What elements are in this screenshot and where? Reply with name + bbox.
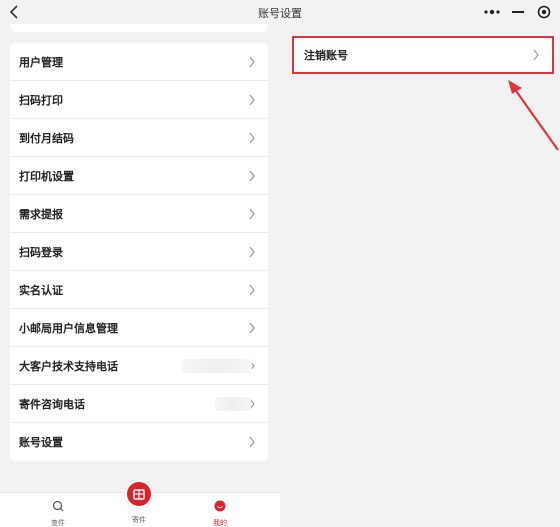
menu-item-label: 打印机设置 — [19, 169, 74, 183]
menu-item-label: 扫码登录 — [19, 245, 63, 259]
tab-track[interactable]: 查件 — [33, 497, 83, 527]
chevron-right-icon — [249, 246, 255, 257]
chevron-right-icon — [249, 208, 255, 219]
menu-item-scan-print[interactable]: 扫码打印 — [10, 81, 268, 119]
send-package-button[interactable] — [125, 480, 153, 508]
cancel-account-label: 注销账号 — [304, 49, 348, 62]
menu-item-label: 寄件咨询电话 — [19, 397, 85, 411]
tab-label: 寄件 — [132, 516, 146, 524]
menu-item-cod-monthly-code[interactable]: 到付月结码 — [10, 119, 268, 157]
menu-item-label: 实名认证 — [19, 283, 63, 297]
menu-item-label: 账号设置 — [19, 436, 63, 449]
tab-label: 查件 — [51, 519, 65, 527]
chevron-right-icon — [249, 322, 255, 333]
mini-program-capsule — [484, 3, 552, 21]
menu-item-vip-support-phone[interactable]: 大客户技术支持电话 — [10, 347, 268, 385]
chevron-right-icon — [249, 56, 255, 67]
menu-item-label: 小邮局用户信息管理 — [19, 321, 118, 335]
right-panel: 注销账号 — [280, 24, 560, 527]
redacted-phone — [182, 359, 252, 373]
menu-item-account-settings[interactable]: 账号设置 — [10, 423, 268, 461]
chevron-right-icon — [249, 94, 255, 105]
package-icon — [133, 489, 145, 500]
chevron-right-icon — [249, 132, 255, 143]
chevron-right-icon — [249, 436, 255, 448]
chevron-right-icon — [249, 170, 255, 181]
redacted-phone — [215, 397, 251, 411]
tab-label: 我的 — [213, 519, 227, 527]
search-icon — [52, 500, 64, 512]
chevron-right-icon — [249, 284, 255, 295]
menu-item-label: 需求提报 — [19, 207, 63, 221]
menu-item-shipping-consult-phone[interactable]: 寄件咨询电话 — [10, 385, 268, 423]
close-target-icon[interactable] — [536, 4, 552, 20]
page-title: 账号设置 — [258, 7, 302, 20]
menu-item-label: 到付月结码 — [19, 131, 74, 145]
menu-item-post-user-info[interactable]: 小邮局用户信息管理 — [10, 309, 268, 347]
user-smile-icon — [214, 500, 226, 512]
tab-send[interactable]: 寄件 — [114, 513, 164, 525]
menu-item-label: 扫码打印 — [19, 93, 63, 107]
menu-item-scan-login[interactable]: 扫码登录 — [10, 233, 268, 271]
menu-item-label: 用户管理 — [19, 55, 63, 69]
tab-mine[interactable]: 我的 — [195, 497, 245, 527]
menu-item-user-management[interactable]: 用户管理 — [10, 43, 268, 81]
minimize-icon[interactable] — [510, 4, 526, 20]
menu-item-requirement-report[interactable]: 需求提报 — [10, 195, 268, 233]
previous-card-edge — [10, 24, 268, 32]
menu-item-printer-settings[interactable]: 打印机设置 — [10, 157, 268, 195]
chevron-right-icon — [533, 49, 539, 61]
cancel-account-item[interactable]: 注销账号 — [292, 36, 554, 74]
settings-menu: 用户管理 扫码打印 到付月结码 打印机设置 需求提报 扫码登录 实名认证 小邮局… — [10, 43, 268, 461]
title-bar: 账号设置 — [0, 0, 560, 24]
menu-item-real-name-auth[interactable]: 实名认证 — [10, 271, 268, 309]
more-dots-icon[interactable] — [484, 4, 500, 20]
